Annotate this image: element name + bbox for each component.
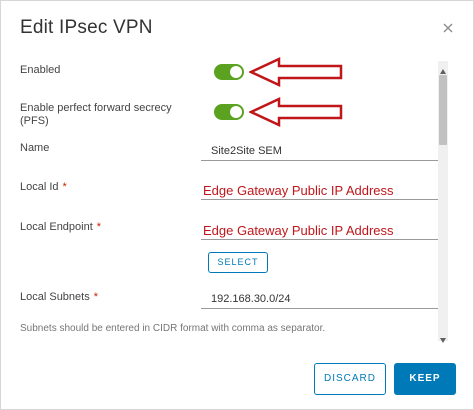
- required-marker: *: [93, 291, 98, 303]
- local-id-annotation: Edge Gateway Public IP Address: [203, 183, 394, 198]
- select-button[interactable]: SELECT: [208, 252, 268, 273]
- pfs-toggle[interactable]: [214, 104, 244, 120]
- required-marker: *: [96, 221, 102, 233]
- red-arrow-icon: [249, 57, 343, 87]
- discard-button[interactable]: DISCARD: [314, 363, 386, 395]
- local-subnets-label-text: Local Subnets: [20, 291, 90, 303]
- local-subnets-label: Local Subnets *: [20, 291, 98, 304]
- name-label: Name: [20, 142, 50, 154]
- local-id-label-text: Local Id: [20, 181, 59, 193]
- local-endpoint-label: Local Endpoint *: [20, 221, 101, 234]
- local-id-label: Local Id *: [20, 181, 67, 194]
- toggle-knob: [230, 106, 242, 118]
- dialog-title: Edit IPsec VPN: [20, 17, 153, 38]
- edit-ipsec-vpn-dialog: Edit IPsec VPN Enabled Enable perfect fo…: [0, 0, 474, 410]
- subnets-hint: Subnets should be entered in CIDR format…: [20, 323, 326, 334]
- pfs-label-line2: (PFS): [20, 115, 49, 127]
- pfs-label: Enable perfect forward secrecy (PFS): [20, 102, 172, 128]
- local-endpoint-label-text: Local Endpoint: [20, 221, 93, 233]
- scrollbar[interactable]: [438, 61, 448, 343]
- pfs-label-line1: Enable perfect forward secrecy: [20, 102, 172, 114]
- scroll-thumb[interactable]: [439, 75, 447, 145]
- close-icon[interactable]: [441, 21, 455, 35]
- enabled-toggle[interactable]: [214, 64, 244, 80]
- scroll-up-arrow-icon[interactable]: [439, 63, 447, 74]
- name-input[interactable]: Site2Site SEM: [201, 140, 439, 161]
- local-subnets-value: 192.168.30.0/24: [211, 293, 291, 305]
- name-value: Site2Site SEM: [211, 145, 282, 157]
- local-endpoint-annotation: Edge Gateway Public IP Address: [203, 223, 394, 238]
- scroll-down-arrow-icon[interactable]: [439, 331, 447, 343]
- enabled-label: Enabled: [20, 64, 61, 76]
- local-subnets-input[interactable]: 192.168.30.0/24: [201, 288, 439, 309]
- red-arrow-icon: [249, 97, 343, 127]
- toggle-knob: [230, 66, 242, 78]
- required-marker: *: [62, 181, 67, 193]
- keep-button[interactable]: KEEP: [394, 363, 456, 395]
